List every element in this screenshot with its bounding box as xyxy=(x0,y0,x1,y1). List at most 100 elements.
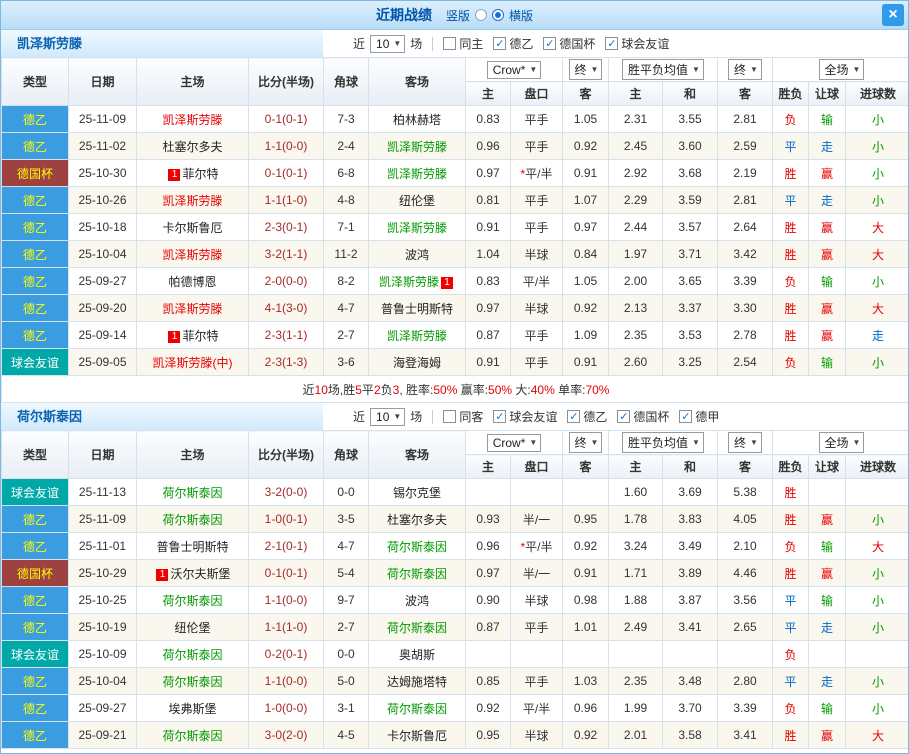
close-icon[interactable]: × xyxy=(882,4,904,26)
odds-home xyxy=(465,640,511,668)
odds-handicap: 平手 xyxy=(510,613,563,641)
match-rows: 德乙 25-11-09 凯泽斯劳滕 0-1(0-1) 7-3 柏林赫塔 0.83 平手 1.05… xyxy=(1,105,908,376)
odds-away: 0.84 xyxy=(562,240,609,268)
avg-draw: 3.87 xyxy=(662,586,718,614)
filter-label: 德国杯 xyxy=(559,37,596,51)
filter-checkbox-德乙[interactable]: ✓ 德乙 xyxy=(493,35,533,52)
filter-checkbox-同主[interactable]: 同主 xyxy=(443,35,483,52)
checkbox-unchecked-icon[interactable] xyxy=(443,410,457,423)
scope-select[interactable]: 全场 ▼ xyxy=(818,59,865,80)
final-odds-select[interactable]: 终 ▼ xyxy=(568,59,603,80)
filter-checkbox-球会友谊[interactable]: ✓ 球会友谊 xyxy=(493,408,557,425)
away-team: 凯泽斯劳滕 xyxy=(368,132,466,160)
odds-source-cell: Crow* ▼ xyxy=(465,57,563,82)
odds-home: 1.04 xyxy=(465,240,511,268)
match-row: 德乙 25-11-09 凯泽斯劳滕 0-1(0-1) 7-3 柏林赫塔 0.83 平手 1.05… xyxy=(1,105,908,133)
filter-checkbox-球会友谊[interactable]: ✓ 球会友谊 xyxy=(605,35,669,52)
filter-checkbox-同客[interactable]: 同客 xyxy=(443,408,483,425)
checkbox-checked-icon[interactable]: ✓ xyxy=(493,410,507,423)
sub-avg-away: 客 xyxy=(717,81,773,106)
match-row: 德乙 25-11-01 普鲁士明斯特 2-1(0-1) 4-7 荷尔斯泰因 0.96 *平/半… xyxy=(1,532,908,560)
corners: 3-5 xyxy=(323,505,369,533)
score: 2-1(0-1) xyxy=(248,532,324,560)
odds-handicap: 半球 xyxy=(510,721,563,749)
filter-bar: 近 10 ▼ 场 同客 ✓ 球会友谊 ✓ 德乙 ✓ 德国杯 ✓ 德甲 xyxy=(323,403,908,430)
checkbox-checked-icon[interactable]: ✓ xyxy=(605,37,619,50)
match-row: 德国杯 25-10-29 1 沃尔夫斯堡 0-1(0-1) 5-4 荷尔斯泰因 0.97 半/一… xyxy=(1,559,908,587)
away-team: 达姆施塔特 xyxy=(368,667,466,695)
result-goals: 小 xyxy=(845,186,908,214)
checkbox-checked-icon[interactable]: ✓ xyxy=(493,37,507,50)
avg-home: 1.97 xyxy=(608,240,663,268)
odds-home: 0.91 xyxy=(465,213,511,241)
horizontal-layout-radio[interactable] xyxy=(492,9,504,21)
match-date: 25-09-20 xyxy=(68,294,137,322)
odds-away: 0.95 xyxy=(562,505,609,533)
filter-checkbox-德乙[interactable]: ✓ 德乙 xyxy=(567,408,607,425)
final-avg-select[interactable]: 终 ▼ xyxy=(728,59,762,80)
filter-checkbox-德国杯[interactable]: ✓ 德国杯 xyxy=(617,408,669,425)
rounds-select[interactable]: 10 ▼ xyxy=(370,34,406,53)
recent-prefix-label: 近 xyxy=(353,37,366,51)
matches-table: 类型 日期 主场 比分(半场) 角球 客场 Crow* ▼ 终 ▼ 胜平负均值 ▼ 终… xyxy=(1,430,908,749)
col-date: 日期 xyxy=(68,57,137,106)
match-rows: 球会友谊 25-11-13 荷尔斯泰因 3-2(0-0) 0-0 锡尔克堡 1.60 3.69… xyxy=(1,478,908,749)
score: 3-0(2-0) xyxy=(248,721,324,749)
checkbox-checked-icon[interactable]: ✓ xyxy=(617,410,631,423)
corners: 5-4 xyxy=(323,559,369,587)
result-goals: 小 xyxy=(845,613,908,641)
result-wdl: 平 xyxy=(772,132,809,160)
sub-odds-away: 客 xyxy=(562,454,609,479)
filter-label: 德乙 xyxy=(509,37,534,51)
filter-label: 球会友谊 xyxy=(509,410,558,424)
col-home: 主场 xyxy=(136,57,249,106)
odds-home: 0.95 xyxy=(465,721,511,749)
odds-home: 0.87 xyxy=(465,613,511,641)
result-goals: 小 xyxy=(845,694,908,722)
checkbox-unchecked-icon[interactable] xyxy=(443,37,457,50)
scope-select[interactable]: 全场 ▼ xyxy=(818,432,865,453)
match-date: 25-09-05 xyxy=(68,348,137,376)
competition-type: 德乙 xyxy=(1,267,69,295)
match-date: 25-10-29 xyxy=(68,559,137,587)
avg-draw: 3.49 xyxy=(662,532,718,560)
corners: 4-8 xyxy=(323,186,369,214)
odds-handicap: 平手 xyxy=(510,667,563,695)
summary-text: 平 xyxy=(361,382,374,397)
col-score: 比分(半场) xyxy=(248,57,324,106)
vertical-layout-radio[interactable] xyxy=(475,9,487,21)
odds-away: 0.97 xyxy=(562,213,609,241)
red-card-badge: 1 xyxy=(168,330,181,343)
odds-home: 0.96 xyxy=(465,532,511,560)
avg-odds-select[interactable]: 胜平负均值 ▼ xyxy=(622,59,704,80)
odds-handicap: 平手 xyxy=(510,213,563,241)
result-goals: 小 xyxy=(845,267,908,295)
final-avg-select[interactable]: 终 ▼ xyxy=(728,432,762,453)
checkbox-checked-icon[interactable]: ✓ xyxy=(679,410,693,423)
recent-results-popup: 近期战绩 竖版 横版 × 凯泽斯劳滕 近 10 ▼ 场 同主 ✓ 德乙 ✓ 德国杯 ✓ 球会友… xyxy=(0,0,909,754)
final-odds-select[interactable]: 终 ▼ xyxy=(568,432,603,453)
odds-handicap: 平/半 xyxy=(510,694,563,722)
result-wdl: 负 xyxy=(772,348,809,376)
away-team: 荷尔斯泰因 xyxy=(368,532,466,560)
avg-home: 2.00 xyxy=(608,267,663,295)
match-date: 25-10-04 xyxy=(68,240,137,268)
checkbox-checked-icon[interactable]: ✓ xyxy=(543,37,557,50)
odds-away xyxy=(562,640,609,668)
odds-source-select[interactable]: Crow* ▼ xyxy=(486,60,542,79)
checkbox-checked-icon[interactable]: ✓ xyxy=(567,410,581,423)
result-handicap: 赢 xyxy=(808,321,846,349)
filter-checkbox-德甲[interactable]: ✓ 德甲 xyxy=(679,408,719,425)
filter-label: 球会友谊 xyxy=(621,37,670,51)
filter-checkbox-德国杯[interactable]: ✓ 德国杯 xyxy=(543,35,595,52)
team-header-row: 凯泽斯劳滕 近 10 ▼ 场 同主 ✓ 德乙 ✓ 德国杯 ✓ 球会友谊 xyxy=(1,30,908,57)
avg-odds-select[interactable]: 胜平负均值 ▼ xyxy=(622,432,704,453)
avg-home: 1.99 xyxy=(608,694,663,722)
chevron-down-icon: ▼ xyxy=(529,65,538,74)
rounds-select[interactable]: 10 ▼ xyxy=(370,407,406,426)
away-team: 荷尔斯泰因 xyxy=(368,559,466,587)
sub-result-goals: 进球数 xyxy=(845,454,908,479)
odds-source-select[interactable]: Crow* ▼ xyxy=(486,433,542,452)
away-team: 锡尔克堡 xyxy=(368,478,466,506)
corners: 4-5 xyxy=(323,721,369,749)
